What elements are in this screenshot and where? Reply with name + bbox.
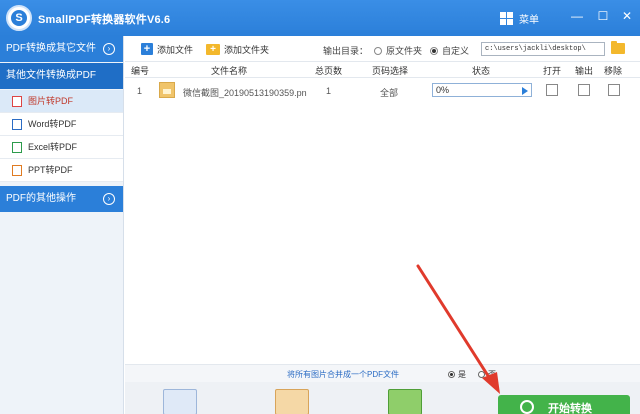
row-index: 1 bbox=[137, 86, 143, 96]
sidebar-item-ppt-to-pdf[interactable]: PPT转PDF bbox=[0, 159, 123, 182]
app-logo-icon: S bbox=[6, 5, 32, 31]
add-folder-label: 添加文件夹 bbox=[224, 44, 270, 55]
sidebar-section-pdf-to-other[interactable]: PDF转换成其它文件 › bbox=[0, 36, 123, 62]
column-header: 文件名称 bbox=[211, 66, 248, 76]
output-path-input[interactable]: c:\users\jackli\desktop\ bbox=[481, 42, 605, 56]
document-icon bbox=[163, 389, 197, 414]
radio-original-folder[interactable]: 原文件夹 bbox=[374, 44, 422, 57]
trash-icon[interactable] bbox=[608, 84, 620, 96]
progress-bar: 0% bbox=[432, 83, 532, 97]
column-header: 编号 bbox=[131, 66, 150, 76]
sidebar-section-pdf-other-ops[interactable]: PDF的其他操作 › bbox=[0, 186, 123, 212]
minimize-icon[interactable]: — bbox=[568, 7, 586, 25]
column-header: 打开 bbox=[543, 66, 562, 76]
column-header: 移除 bbox=[604, 66, 623, 76]
sidebar-item-word-to-pdf[interactable]: Word转PDF bbox=[0, 113, 123, 136]
start-convert-label: 开始转换 bbox=[548, 403, 592, 414]
toolbar: + 添加文件 + 添加文件夹 输出目录： 原文件夹 自定义 c:\users\j… bbox=[125, 36, 640, 62]
image-thumbnail-icon bbox=[159, 82, 175, 98]
image-file-icon bbox=[12, 96, 22, 107]
open-external-icon[interactable] bbox=[546, 84, 558, 96]
sidebar-section-label: PDF的其他操作 bbox=[6, 193, 76, 204]
table-header: 编号 文件名称 总页数 页码选择 状态 打开 输出 移除 bbox=[125, 62, 640, 78]
add-file-button[interactable]: + 添加文件 bbox=[141, 42, 193, 56]
add-folder-button[interactable]: + 添加文件夹 bbox=[206, 42, 269, 56]
row-page-select[interactable]: 全部 bbox=[380, 86, 398, 99]
output-icon[interactable] bbox=[578, 84, 590, 96]
menu-button[interactable]: 菜单 bbox=[500, 9, 539, 27]
merge-yes-radio[interactable]: 是 bbox=[448, 369, 466, 380]
merge-bar: 将所有图片合并成一个PDF文件 是 否 bbox=[125, 364, 640, 382]
sidebar-section-label: 其他文件转换成PDF bbox=[6, 70, 96, 81]
sidebar-item-label: PPT转PDF bbox=[28, 165, 73, 175]
word-file-icon bbox=[12, 119, 22, 130]
radio-dot bbox=[430, 46, 438, 55]
row-filename: 微信截图_20190513190359.pn bbox=[183, 88, 307, 98]
column-header: 状态 bbox=[472, 66, 491, 76]
excel-file-icon bbox=[12, 142, 22, 153]
maximize-icon[interactable]: ☐ bbox=[594, 7, 612, 25]
radio-dot bbox=[478, 371, 485, 378]
sidebar-item-excel-to-pdf[interactable]: Excel转PDF bbox=[0, 136, 123, 159]
radio-label: 否 bbox=[488, 370, 496, 379]
radio-label: 原文件夹 bbox=[386, 46, 423, 56]
plus-icon: + bbox=[141, 43, 153, 55]
add-file-label: 添加文件 bbox=[157, 44, 194, 55]
chevron-right-icon: › bbox=[103, 193, 115, 205]
sidebar-item-label: Word转PDF bbox=[28, 119, 77, 129]
convert-document-icon bbox=[388, 389, 422, 414]
sidebar-section-other-to-pdf[interactable]: 其他文件转换成PDF bbox=[0, 63, 123, 89]
play-icon[interactable] bbox=[522, 87, 528, 95]
sidebar-item-label: Excel转PDF bbox=[28, 142, 78, 152]
column-header: 输出 bbox=[575, 66, 594, 76]
title-bar: S SmallPDF转换器软件V6.6 菜单 — ☐ ✕ bbox=[0, 0, 640, 36]
row-pages: 1 bbox=[326, 86, 332, 96]
sidebar-item-image-to-pdf[interactable]: 图片转PDF bbox=[0, 90, 123, 113]
radio-label: 是 bbox=[458, 370, 466, 379]
sidebar: PDF转换成其它文件 › 其他文件转换成PDF 图片转PDF Word转PDF … bbox=[0, 36, 124, 414]
merge-no-radio[interactable]: 否 bbox=[478, 369, 496, 380]
close-icon[interactable]: ✕ bbox=[618, 7, 636, 25]
app-title: SmallPDF转换器软件V6.6 bbox=[38, 14, 171, 26]
start-icon bbox=[520, 400, 534, 414]
radio-label: 自定义 bbox=[442, 46, 470, 56]
grid-menu-icon bbox=[500, 11, 513, 25]
radio-dot bbox=[374, 46, 382, 55]
folder-plus-icon: + bbox=[206, 43, 220, 55]
merge-text: 将所有图片合并成一个PDF文件 bbox=[287, 370, 399, 379]
folder-icon[interactable] bbox=[611, 41, 625, 54]
menu-label: 菜单 bbox=[519, 14, 539, 26]
radio-dot bbox=[448, 371, 455, 378]
radio-custom-folder[interactable]: 自定义 bbox=[430, 44, 469, 57]
column-header: 总页数 bbox=[315, 66, 343, 76]
image-document-icon bbox=[275, 389, 309, 414]
column-header: 页码选择 bbox=[372, 66, 409, 76]
start-convert-button[interactable]: 开始转换 bbox=[498, 395, 630, 414]
ppt-file-icon bbox=[12, 165, 22, 176]
progress-percent: 0% bbox=[436, 85, 450, 95]
sidebar-item-label: 图片转PDF bbox=[28, 96, 74, 106]
output-dir-label: 输出目录： bbox=[323, 46, 369, 56]
sidebar-section-label: PDF转换成其它文件 bbox=[6, 43, 96, 54]
table-row[interactable]: 1 微信截图_20190513190359.pn 1 全部 0% bbox=[125, 78, 640, 104]
chevron-right-icon: › bbox=[103, 43, 115, 55]
